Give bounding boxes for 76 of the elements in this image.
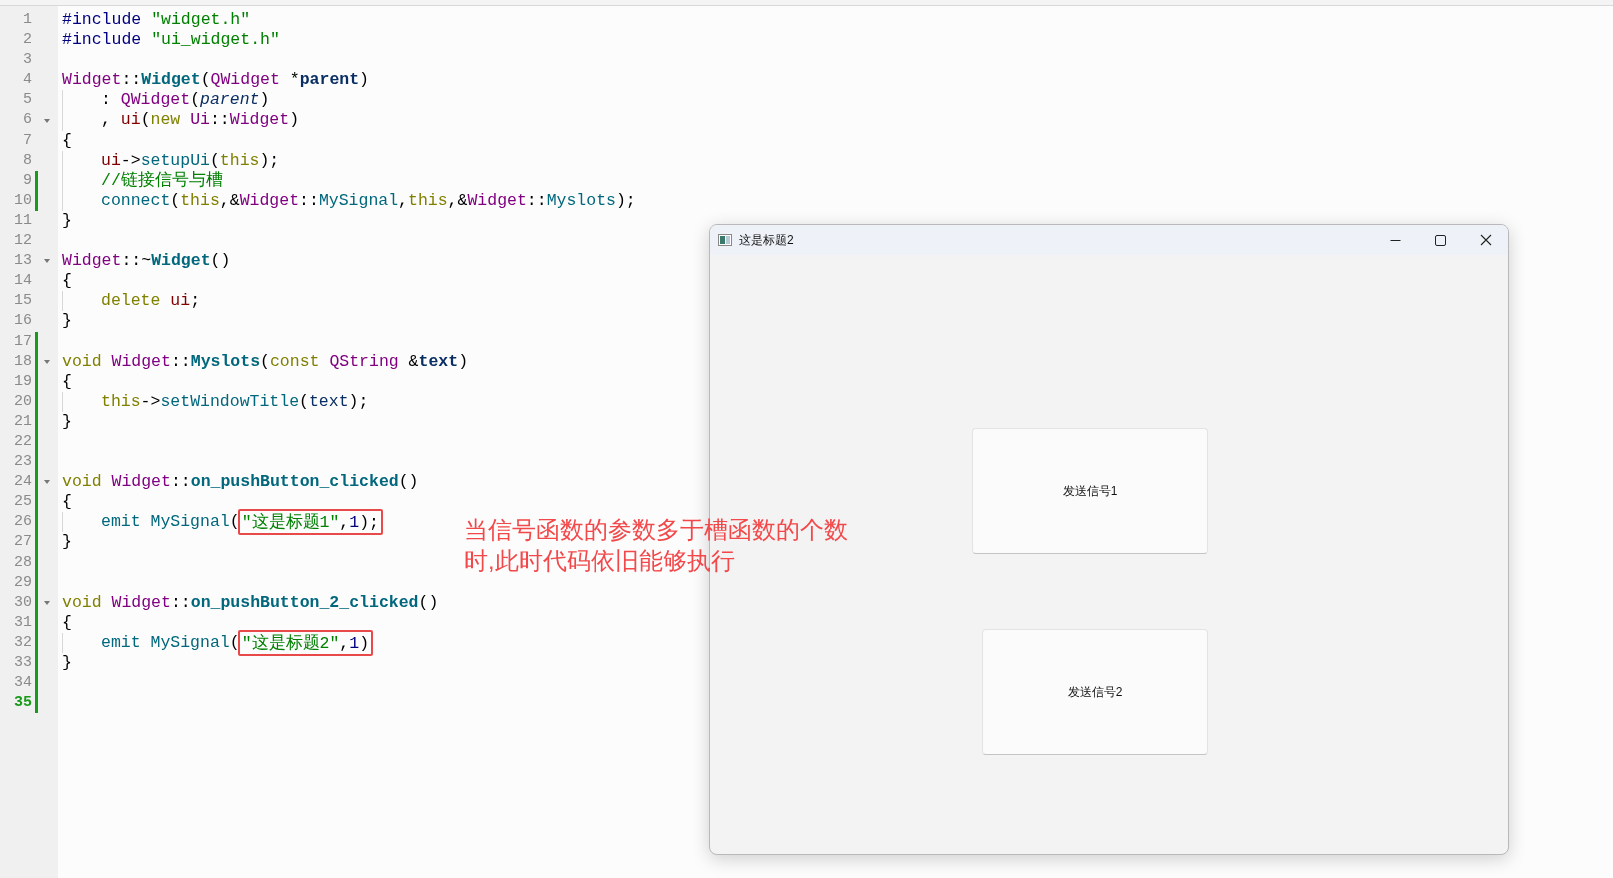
line-number: 17 xyxy=(13,331,32,352)
code-text: this->setWindowTitle(text); xyxy=(101,391,369,412)
push-button[interactable]: 发送信号2 xyxy=(982,629,1208,755)
code-text: Widget::Widget(QWidget *parent) xyxy=(62,70,369,91)
line-number: 9 xyxy=(22,170,32,191)
line-number: 28 xyxy=(13,552,32,573)
code-text: Widget::~Widget() xyxy=(62,251,231,272)
code-text: delete ui; xyxy=(101,291,201,312)
line-number: 14 xyxy=(13,271,32,292)
line-number: 25 xyxy=(13,492,32,513)
code-text: { xyxy=(62,612,72,633)
code-text: { xyxy=(62,271,72,292)
code-text: ui->setupUi(this); xyxy=(101,150,280,171)
code-text: } xyxy=(62,411,72,432)
line-number: 22 xyxy=(13,431,32,452)
code-text: "这是标题2",1) xyxy=(241,633,370,653)
line-number: 8 xyxy=(22,150,32,171)
close-icon xyxy=(1479,234,1492,246)
annotation-text: 当信号函数的参数多于槽函数的个数 xyxy=(464,516,848,545)
maximize-icon xyxy=(1435,234,1446,246)
line-number: 23 xyxy=(13,452,32,473)
fold-icon[interactable] xyxy=(44,480,50,485)
code-text: , ui(new Ui::Widget) xyxy=(101,110,300,131)
code-text: void Widget::on_pushButton_2_clicked() xyxy=(62,592,439,613)
line-number: 18 xyxy=(13,351,32,372)
line-number: 6 xyxy=(22,110,32,131)
line-number: 26 xyxy=(13,512,32,533)
code-text: connect(this,&Widget::MySignal,this,&Widget::Myslots); xyxy=(101,190,636,211)
line-number: 16 xyxy=(13,311,32,332)
window-title: 这是标题2 xyxy=(739,231,794,249)
line-number: 21 xyxy=(13,411,32,432)
line-number: 27 xyxy=(13,532,32,553)
fold-icon[interactable] xyxy=(44,600,50,605)
line-number: 35 xyxy=(13,693,32,714)
code-text: #include "widget.h" xyxy=(62,10,251,31)
window-icon xyxy=(718,234,732,246)
line-number: 33 xyxy=(13,653,32,673)
fold-icon[interactable] xyxy=(44,118,50,123)
code-text: { xyxy=(62,130,72,151)
code-text: void Widget::on_pushButton_clicked() xyxy=(62,472,419,493)
push-button[interactable]: 发送信号1 xyxy=(972,428,1208,554)
line-number: 3 xyxy=(22,50,32,71)
line-number: 29 xyxy=(13,572,32,593)
code-text: #include "ui_widget.h" xyxy=(62,30,280,51)
code-text: emit MySignal( xyxy=(101,512,240,533)
code-text: } xyxy=(62,210,72,232)
line-number: 30 xyxy=(13,592,32,613)
code-text: { xyxy=(62,371,72,392)
line-number: 5 xyxy=(22,90,32,111)
code-text: "这是标题1",1); xyxy=(241,513,379,533)
line-number: 2 xyxy=(22,30,32,51)
code-text: } xyxy=(62,311,72,332)
line-number: 13 xyxy=(13,251,32,272)
line-number: 24 xyxy=(13,472,32,493)
line-number: 10 xyxy=(13,190,32,211)
line-number: 15 xyxy=(13,291,32,312)
line-number: 20 xyxy=(13,391,32,412)
line-number: 31 xyxy=(13,612,32,633)
line-number: 1 xyxy=(22,10,32,30)
code-text: emit MySignal( xyxy=(101,632,240,653)
code-text: } xyxy=(62,653,72,674)
code-text: //链接信号与槽 xyxy=(101,170,223,191)
line-number: 12 xyxy=(13,231,32,252)
line-number: 11 xyxy=(13,210,32,231)
line-number: 34 xyxy=(13,673,32,694)
code-text: } xyxy=(62,532,72,553)
code-text: : QWidget(parent) xyxy=(101,90,270,111)
code-text: { xyxy=(62,492,72,513)
line-number: 19 xyxy=(13,371,32,392)
fold-icon[interactable] xyxy=(44,259,50,264)
line-number: 4 xyxy=(22,70,32,91)
line-number: 32 xyxy=(13,632,32,653)
annotation-text: 时,此时代码依旧能够执行 xyxy=(464,547,736,576)
line-number: 7 xyxy=(22,130,32,151)
code-text: void Widget::Myslots(const QString &text) xyxy=(62,351,469,372)
fold-icon[interactable] xyxy=(44,359,50,364)
